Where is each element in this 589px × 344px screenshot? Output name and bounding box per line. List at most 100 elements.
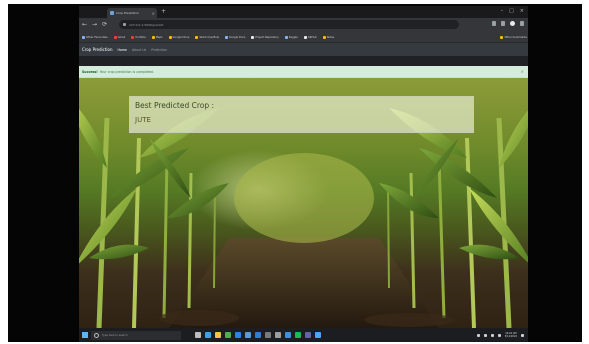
reload-icon[interactable]: ⟳ xyxy=(102,21,107,29)
new-tab-button[interactable]: + xyxy=(161,8,166,16)
screen: Crop Prediction × + – □ × ← → ⟳ 127.0.0.… xyxy=(79,6,528,342)
success-alert: Success! Your crop prediction is complet… xyxy=(79,66,528,78)
other-bookmarks-label: Other bookmarks xyxy=(504,35,527,39)
taskbar-apps xyxy=(195,332,321,338)
teams-icon[interactable] xyxy=(305,332,311,338)
bookmark-item[interactable]: Notes xyxy=(322,35,335,39)
browser-tab-strip: Crop Prediction × + – □ × xyxy=(79,6,528,18)
drive-icon xyxy=(168,35,172,39)
bookmark-label: Notes xyxy=(326,35,335,39)
prediction-result-card: Best Predicted Crop : JUTE xyxy=(129,96,474,133)
extensions-icon[interactable] xyxy=(492,21,496,26)
address-bar-row: ← → ⟳ 127.0.0.1:5000/predict xyxy=(79,18,528,32)
photos-icon[interactable] xyxy=(285,332,291,338)
omnibox[interactable]: 127.0.0.1:5000/predict xyxy=(119,20,459,29)
spotify-icon[interactable] xyxy=(295,332,301,338)
chevron-up-icon[interactable] xyxy=(476,333,480,337)
bookmark-label: Stack Overflow xyxy=(199,35,219,39)
repo-icon xyxy=(251,35,255,39)
store-icon[interactable] xyxy=(245,332,251,338)
edge-icon[interactable] xyxy=(205,332,211,338)
toolbar-actions xyxy=(492,21,524,26)
taskbar-clock[interactable]: 10:24 AM 5/12/2022 xyxy=(505,332,517,338)
battery-icon[interactable] xyxy=(497,333,501,337)
vscode-icon[interactable] xyxy=(235,332,241,338)
alert-close-icon[interactable]: × xyxy=(521,69,524,74)
network-icon[interactable] xyxy=(483,333,487,337)
mail-icon[interactable] xyxy=(255,332,261,338)
bookmark-item[interactable]: Maps xyxy=(151,35,163,39)
bookmark-item[interactable]: GitHub xyxy=(303,35,317,39)
notifications-icon[interactable] xyxy=(521,333,524,337)
profile-avatar-icon[interactable] xyxy=(510,21,515,26)
system-tray: 10:24 AM 5/12/2022 xyxy=(476,332,524,338)
minimize-icon[interactable]: – xyxy=(501,8,504,14)
download-icon[interactable] xyxy=(501,21,505,26)
nav-link-about[interactable]: About Us xyxy=(132,48,146,52)
clock-date: 5/12/2022 xyxy=(504,335,517,338)
nav-buttons: ← → ⟳ xyxy=(82,21,107,29)
bookmark-label: GitHub xyxy=(307,35,317,39)
bookmark-item[interactable]: Other Favourites xyxy=(82,35,108,39)
back-icon[interactable]: ← xyxy=(82,21,87,29)
bookmark-item[interactable]: Google Drive xyxy=(168,35,190,39)
bookmark-label: YouTube xyxy=(135,35,146,39)
menu-icon[interactable] xyxy=(520,21,524,26)
bookmark-folder-icon xyxy=(500,35,504,39)
bookmarks-bar: Other Favourites Gmail YouTube Maps Google D… xyxy=(79,32,528,43)
tab-title: Crop Prediction xyxy=(116,11,139,15)
bookmark-item[interactable]: Stack Overflow xyxy=(195,35,219,39)
maximize-icon[interactable]: □ xyxy=(509,8,514,14)
close-window-icon[interactable]: × xyxy=(520,8,524,14)
maps-icon xyxy=(151,35,155,39)
predicted-crop-value: JUTE xyxy=(135,116,151,124)
file-explorer-icon[interactable] xyxy=(215,332,221,338)
search-icon xyxy=(94,332,99,338)
forward-icon[interactable]: → xyxy=(92,21,97,29)
bookmark-item[interactable]: YouTube xyxy=(131,35,146,39)
bookmark-item[interactable]: Kaggle xyxy=(284,35,298,39)
bookmark-item[interactable]: Project Repository xyxy=(251,35,279,39)
url-text: 127.0.0.1:5000/predict xyxy=(129,22,164,27)
docs-icon xyxy=(225,35,228,39)
gmail-icon xyxy=(113,35,117,39)
volume-icon[interactable] xyxy=(490,333,494,337)
bookmark-label: Google Drive xyxy=(172,35,190,39)
chrome-icon[interactable] xyxy=(225,332,231,338)
windows-taskbar: Type here to search 10:24 AM 5/12/2022 xyxy=(79,328,528,342)
bookmark-label: Project Repository xyxy=(255,35,279,39)
taskbar-search-box[interactable]: Type here to search xyxy=(91,330,181,340)
tab-favicon-icon xyxy=(110,11,114,15)
nav-link-home[interactable]: Home xyxy=(117,48,126,52)
notepad-icon[interactable] xyxy=(315,332,321,338)
browser-tab[interactable]: Crop Prediction × xyxy=(107,8,157,18)
stackoverflow-icon xyxy=(195,35,199,39)
result-title: Best Predicted Crop : xyxy=(135,101,214,110)
bookmark-item[interactable]: Gmail xyxy=(113,35,126,39)
tab-close-icon[interactable]: × xyxy=(152,11,155,16)
search-placeholder: Type here to search xyxy=(102,333,128,337)
bookmark-label: Kaggle xyxy=(288,35,298,39)
other-bookmarks-button[interactable]: Other bookmarks xyxy=(500,35,527,39)
windows-start-icon[interactable] xyxy=(82,332,88,338)
monitor-bezel: Crop Prediction × + – □ × ← → ⟳ 127.0.0.… xyxy=(8,4,582,342)
nav-link-prediction[interactable]: Prediction xyxy=(151,48,167,52)
youtube-icon xyxy=(131,35,135,39)
bookmark-label: Google Docs xyxy=(229,35,246,39)
task-view-icon[interactable] xyxy=(195,332,201,338)
settings-icon[interactable] xyxy=(275,332,281,338)
bookmark-folder-icon xyxy=(82,35,85,39)
window-controls: – □ × xyxy=(501,8,524,14)
alert-message: Your crop prediction is completed. xyxy=(99,69,155,74)
terminal-icon[interactable] xyxy=(265,332,271,338)
bookmark-label: Other Favourites xyxy=(86,35,108,39)
alert-strong-text: Success! xyxy=(82,69,98,74)
notes-icon xyxy=(322,35,326,39)
bookmark-label: Maps xyxy=(155,35,163,39)
github-icon xyxy=(303,35,307,39)
bookmark-label: Gmail xyxy=(117,35,126,39)
navbar-brand[interactable]: Crop Prediction xyxy=(82,47,112,52)
site-info-icon[interactable] xyxy=(123,23,126,26)
app-navbar: Crop Prediction Home About Us Prediction xyxy=(79,43,528,56)
bookmark-item[interactable]: Google Docs xyxy=(225,35,246,39)
